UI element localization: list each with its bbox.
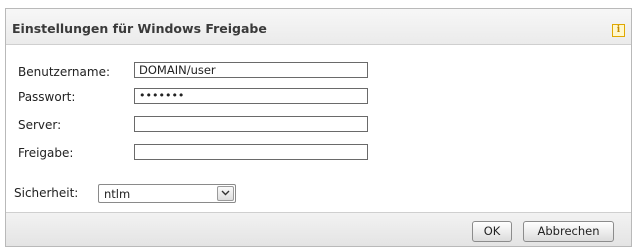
server-field[interactable] xyxy=(134,116,368,132)
username-label: Benutzername: xyxy=(18,65,111,79)
info-icon[interactable]: i xyxy=(612,24,625,37)
windows-share-settings-dialog: Einstellungen für Windows Freigabe i Ben… xyxy=(5,8,632,247)
share-label: Freigabe: xyxy=(18,146,74,160)
password-field[interactable]: ••••••• xyxy=(134,88,368,104)
dialog-title: Einstellungen für Windows Freigabe xyxy=(12,21,267,36)
security-select-value: ntlm xyxy=(104,187,131,201)
server-label: Server: xyxy=(18,118,62,132)
security-select[interactable]: ntlm xyxy=(98,184,236,203)
cancel-button[interactable]: Abbrechen xyxy=(523,221,614,242)
chevron-down-icon[interactable] xyxy=(217,186,234,201)
security-label: Sicherheit: xyxy=(14,186,79,200)
dialog-footer: OK Abbrechen xyxy=(6,212,631,246)
dialog-titlebar: Einstellungen für Windows Freigabe i xyxy=(6,9,631,45)
username-field[interactable]: DOMAIN/user xyxy=(134,62,368,78)
share-field[interactable] xyxy=(134,144,368,160)
ok-button[interactable]: OK xyxy=(472,221,512,242)
password-label: Passwort: xyxy=(18,90,76,104)
